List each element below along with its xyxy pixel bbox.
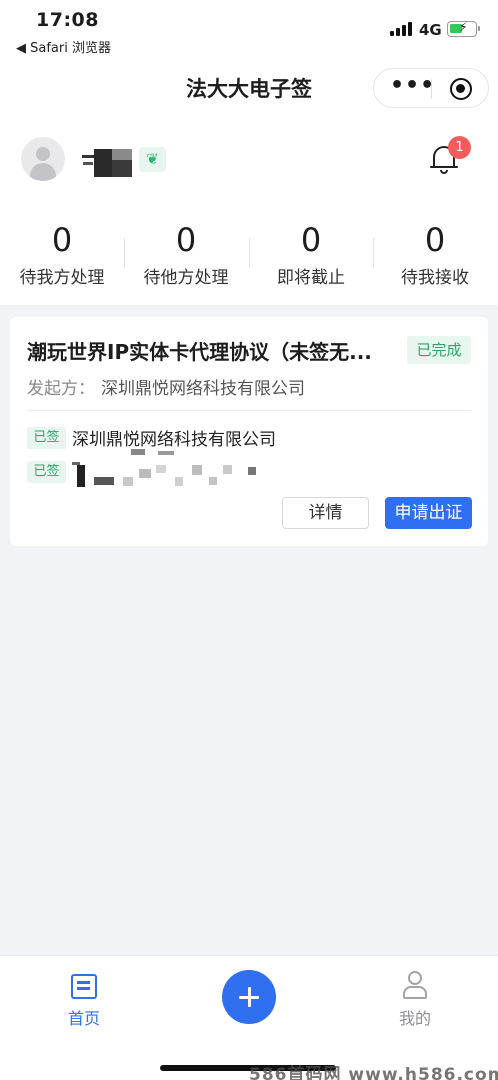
back-to-safari-link[interactable]: ◀ Safari 浏览器 <box>16 37 111 56</box>
network-type: 4G <box>419 21 442 39</box>
signer-row: 已签 深圳鼎悦网络科技有限公司 <box>27 425 276 450</box>
stat-label: 待我接收 <box>401 268 469 288</box>
home-tab-icon[interactable] <box>71 974 97 999</box>
initiator-value: 深圳鼎悦网络科技有限公司 <box>101 379 305 399</box>
signer-name: 深圳鼎悦网络科技有限公司 <box>72 430 276 450</box>
status-time: 17:08 <box>36 9 99 31</box>
bottom-tab-bar: 首页 我的 586首码网 www.h586.com <box>0 955 498 1080</box>
signed-tag: 已签 <box>27 461 66 483</box>
stat-label: 即将截止 <box>277 268 345 288</box>
watermark: 586首码网 www.h586.com <box>249 1065 498 1080</box>
initiator-label: 发起方： <box>27 379 95 399</box>
stat-label: 待我方处理 <box>19 268 105 288</box>
signed-tag: 已签 <box>27 426 66 449</box>
tab-home[interactable]: 首页 <box>50 1005 118 1029</box>
profile-tab-icon[interactable] <box>401 971 429 1001</box>
leaf-icon: ❦ <box>139 147 166 172</box>
create-document-button[interactable] <box>222 970 276 1024</box>
notification-badge: 1 <box>448 136 471 159</box>
tab-me[interactable]: 我的 <box>381 1005 449 1029</box>
document-title: 潮玩世界IP实体卡代理协议（未签无... <box>27 340 372 364</box>
more-icon[interactable]: ••• <box>390 73 435 98</box>
initiator-row: 发起方： 深圳鼎悦网络科技有限公司 <box>27 374 305 399</box>
stat-value: 0 <box>51 221 73 259</box>
stat-label: 待他方处理 <box>143 268 229 288</box>
miniprogram-capsule: ••• <box>373 68 489 108</box>
detail-button[interactable]: 详情 <box>282 497 369 529</box>
stat-value: 0 <box>300 221 322 259</box>
status-badge: 已完成 <box>407 336 471 364</box>
document-card[interactable]: 潮玩世界IP实体卡代理协议（未签无... 已完成 发起方： 深圳鼎悦网络科技有限公… <box>10 317 488 546</box>
card-divider <box>27 410 471 411</box>
avatar[interactable] <box>21 137 65 181</box>
signer-row: 已签 <box>27 461 72 483</box>
capsule-divider <box>431 79 432 99</box>
stat-due-soon[interactable]: 0 即将截止 <box>249 220 373 288</box>
stat-to-receive[interactable]: 0 待我接收 <box>373 220 497 288</box>
username-redacted <box>82 146 132 178</box>
apply-certificate-button[interactable]: 申请出证 <box>385 497 472 529</box>
stat-value: 0 <box>424 221 446 259</box>
signal-icon <box>390 22 414 36</box>
battery-icon: ⚡ <box>447 20 480 37</box>
stat-pending-mine[interactable]: 0 待我方处理 <box>0 220 124 288</box>
stat-value: 0 <box>175 221 197 259</box>
stat-pending-others[interactable]: 0 待他方处理 <box>124 220 248 288</box>
close-miniprogram-icon[interactable] <box>450 78 472 100</box>
